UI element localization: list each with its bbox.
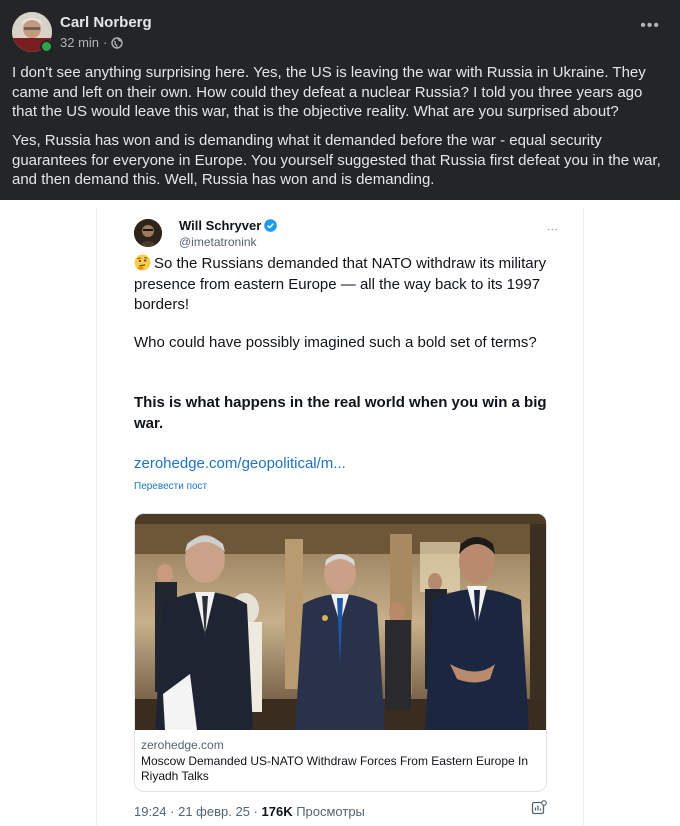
post-timestamp[interactable]: 32 min bbox=[60, 35, 99, 50]
tweet-author-avatar bbox=[134, 219, 162, 247]
link-preview-card: zerohedge.com Moscow Demanded US-NATO Wi… bbox=[134, 513, 547, 792]
tweet-article-link: zerohedge.com/geopolitical/m... bbox=[134, 455, 346, 472]
post-text-paragraph-1: I don't see anything surprising here. Ye… bbox=[12, 64, 646, 120]
card-domain: zerohedge.com bbox=[141, 738, 224, 752]
post-author-name[interactable]: Carl Norberg bbox=[60, 14, 152, 31]
embedded-tweet-image[interactable]: Will Schryver @imetatronink ⋮ So the Rus… bbox=[96, 208, 584, 826]
card-title: Moscow Demanded US-NATO Withdraw Forces … bbox=[141, 754, 529, 783]
tweet-author-name: Will Schryver bbox=[179, 218, 278, 233]
footer-separator-2: · bbox=[249, 804, 262, 819]
translate-post-link: Перевести пост bbox=[134, 481, 208, 492]
tweet-time: 19:24 bbox=[134, 804, 167, 819]
tweet-more-icon: ⋮ bbox=[546, 224, 558, 235]
footer-separator-1: · bbox=[166, 804, 179, 819]
post-text-paragraph-2: Yes, Russia has won and is demanding wha… bbox=[12, 132, 661, 188]
meta-separator: · bbox=[103, 35, 108, 50]
tweet-text-paragraph-1-text: So the Russians demanded that NATO withd… bbox=[134, 255, 547, 313]
tweet-text-paragraph-3: This is what happens in the real world w… bbox=[134, 394, 547, 432]
tweet-author-name-text: Will Schryver bbox=[179, 218, 262, 233]
online-status-indicator bbox=[40, 40, 53, 53]
article-photo bbox=[135, 514, 546, 730]
thinking-face-emoji-icon bbox=[134, 254, 151, 271]
tweet-author-handle: @imetatronink bbox=[179, 235, 257, 249]
facebook-post: Carl Norberg 32 min · ••• I don't see an… bbox=[0, 0, 680, 200]
tweet-views-count: 176K bbox=[261, 804, 293, 819]
tweet-footer: 19:24 · 21 февр. 25 · 176K Просмотры bbox=[134, 804, 365, 819]
post-stats-icon bbox=[531, 800, 547, 816]
tweet-text-paragraph-2: Who could have possibly imagined such a … bbox=[134, 334, 537, 351]
verified-badge-icon bbox=[264, 219, 278, 232]
tweet-date: 21 февр. 25 bbox=[178, 804, 250, 819]
tweet-views-label: Просмотры bbox=[292, 804, 365, 819]
post-meta: 32 min · bbox=[60, 35, 124, 50]
tweet-text-paragraph-1: So the Russians demanded that NATO withd… bbox=[134, 254, 549, 316]
post-more-options-button[interactable]: ••• bbox=[640, 18, 660, 34]
globe-icon bbox=[111, 36, 124, 49]
